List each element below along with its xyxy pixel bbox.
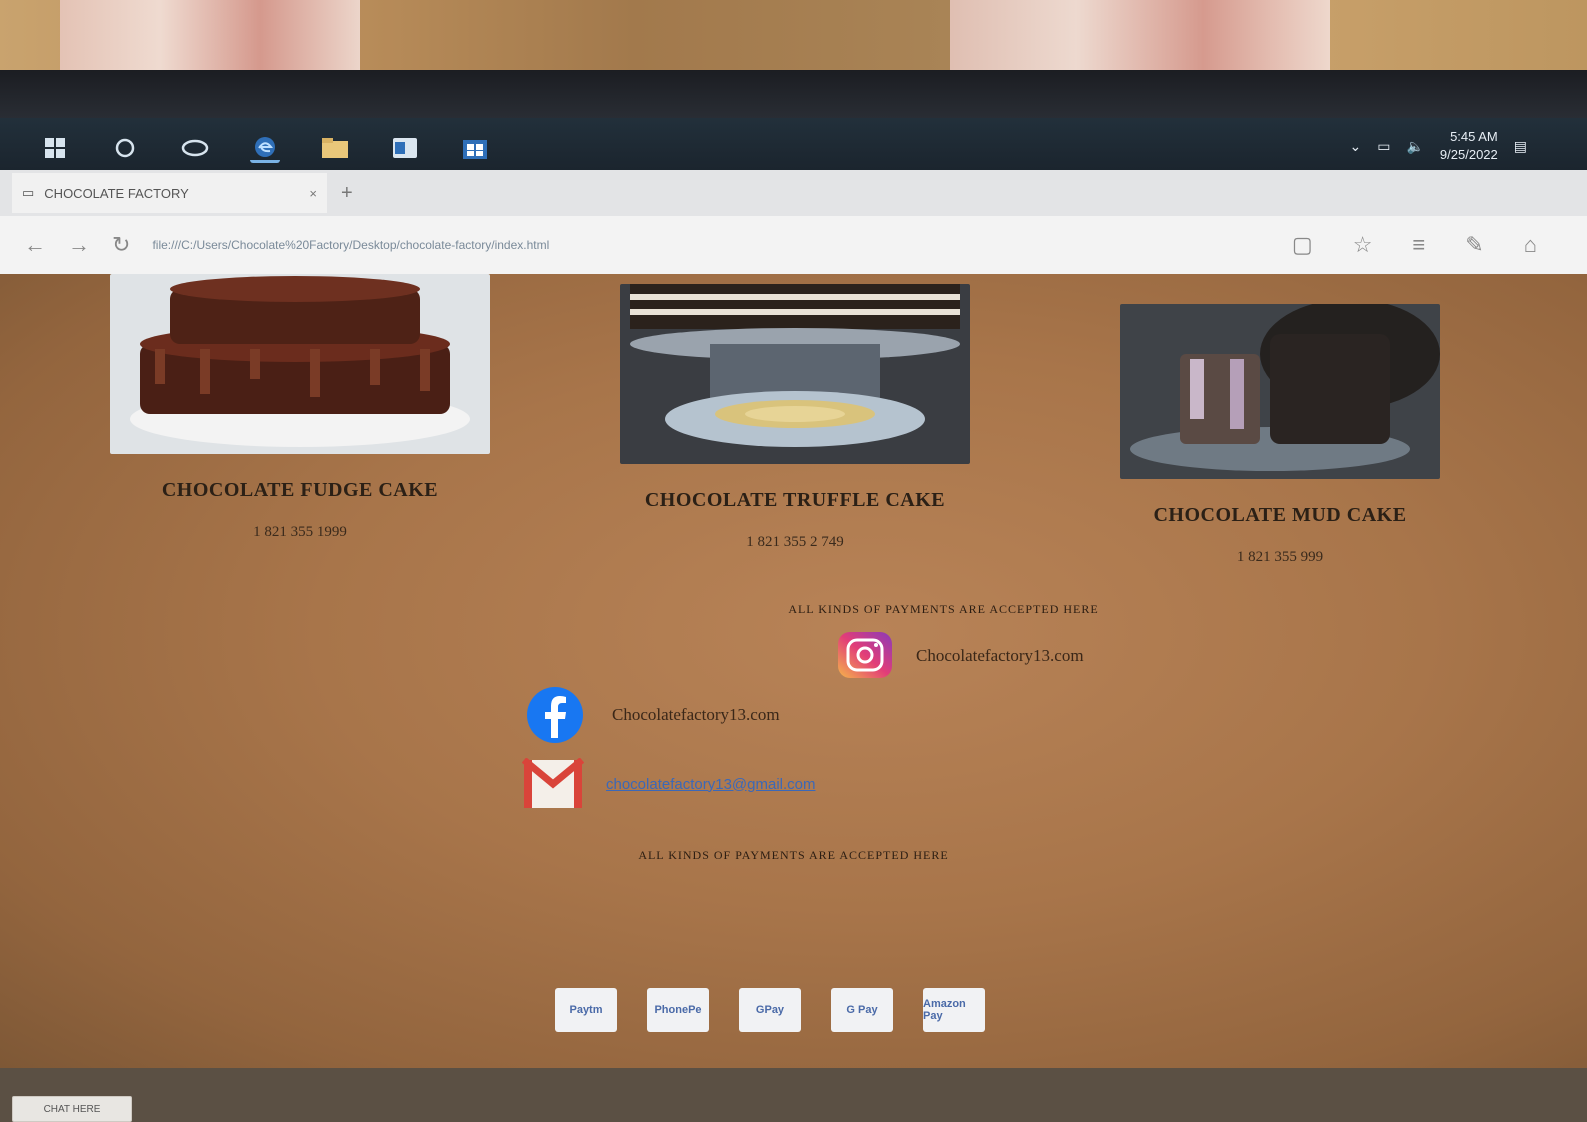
close-tab-icon[interactable]: × bbox=[309, 186, 317, 201]
chevron-up-icon[interactable]: ⌄ bbox=[1350, 138, 1362, 155]
payment-icon: Amazon Pay bbox=[923, 988, 985, 1032]
instagram-handle[interactable]: Chocolatefactory13.com bbox=[916, 646, 1084, 666]
browser-tab[interactable]: ▭ CHOCOLATE FACTORY × bbox=[12, 173, 327, 213]
facebook-handle[interactable]: Chocolatefactory13.com bbox=[612, 705, 780, 725]
payment-notice-bottom: ALL KINDS OF PAYMENTS ARE ACCEPTED HERE bbox=[638, 848, 949, 862]
browser-window: ▭ CHOCOLATE FACTORY × + ← → ↻ file:///C:… bbox=[0, 170, 1587, 1122]
taskbar: ⌄ ▭ 🔈 5:45 AM 9/25/2022 ▤ bbox=[0, 118, 1587, 178]
facebook-icon[interactable] bbox=[520, 686, 590, 744]
mud-cake-image bbox=[1120, 299, 1440, 479]
payment-notice-top: ALL KINDS OF PAYMENTS ARE ACCEPTED HERE bbox=[788, 602, 1099, 616]
instagram-icon[interactable] bbox=[836, 632, 894, 680]
clock[interactable]: 5:45 AM 9/25/2022 bbox=[1440, 128, 1498, 164]
cake-name: CHOCOLATE MUD CAKE bbox=[1153, 504, 1407, 526]
fudge-cake-image bbox=[110, 274, 490, 454]
edge-browser-icon[interactable] bbox=[250, 134, 280, 163]
payment-icon: GPay bbox=[739, 988, 801, 1032]
file-explorer-icon[interactable] bbox=[320, 135, 350, 161]
payment-icon: Paytm bbox=[555, 988, 617, 1032]
notes-icon[interactable]: ✎ bbox=[1465, 232, 1483, 258]
gmail-icon[interactable] bbox=[522, 758, 584, 810]
web-page: CHOCOLATE FUDGE CAKE 1 821 355 1999 CHOC… bbox=[0, 274, 1587, 1122]
facebook-row: Chocolatefactory13.com bbox=[520, 686, 780, 744]
clock-date: 9/25/2022 bbox=[1439, 147, 1498, 162]
cake-card: CHOCOLATE TRUFFLE CAKE 1 821 355 2 749 bbox=[620, 284, 970, 551]
favorite-star-icon[interactable]: ☆ bbox=[1353, 232, 1373, 258]
windows-start-icon[interactable] bbox=[40, 135, 70, 161]
cake-phone: 1 821 355 1999 bbox=[253, 524, 347, 540]
cake-gallery: CHOCOLATE FUDGE CAKE 1 821 355 1999 CHOC… bbox=[110, 274, 1470, 594]
cake-phone: 1 821 355 2 749 bbox=[746, 534, 844, 550]
new-tab-icon[interactable]: + bbox=[341, 182, 353, 205]
instagram-row: Chocolatefactory13.com bbox=[836, 632, 1084, 680]
search-icon[interactable] bbox=[110, 135, 140, 161]
refresh-icon[interactable]: ↻ bbox=[112, 232, 130, 258]
task-view-icon[interactable] bbox=[180, 135, 210, 161]
network-icon[interactable]: ▭ bbox=[1377, 138, 1390, 155]
email-row: chocolatefactory13@gmail.com bbox=[522, 758, 816, 810]
hub-icon[interactable]: ≡ bbox=[1412, 232, 1425, 258]
cake-name: CHOCOLATE FUDGE CAKE bbox=[161, 479, 439, 501]
system-tray: ⌄ ▭ 🔈 5:45 AM 9/25/2022 ▤ bbox=[1350, 128, 1527, 164]
forward-icon[interactable]: → bbox=[68, 232, 90, 258]
store-icon[interactable] bbox=[460, 135, 490, 161]
chat-button[interactable]: CHAT HERE bbox=[12, 1096, 132, 1122]
back-icon[interactable]: ← bbox=[24, 232, 46, 258]
volume-icon[interactable]: 🔈 bbox=[1406, 138, 1423, 155]
cake-name: CHOCOLATE TRUFFLE CAKE bbox=[644, 489, 946, 511]
clock-time: 5:45 AM bbox=[1450, 129, 1498, 144]
truffle-cake-image bbox=[620, 284, 970, 464]
tab-bar: ▭ CHOCOLATE FACTORY × + bbox=[0, 170, 1587, 216]
payment-icon: PhonePe bbox=[647, 988, 709, 1032]
address-bar-row: ← → ↻ file:///C:/Users/Chocolate%20Facto… bbox=[0, 216, 1587, 274]
page-favicon-icon: ▭ bbox=[22, 185, 35, 200]
cake-card: CHOCOLATE MUD CAKE 1 821 355 999 bbox=[1120, 299, 1440, 566]
share-icon[interactable]: ⌂ bbox=[1524, 232, 1537, 258]
reading-view-icon[interactable]: ▢ bbox=[1292, 232, 1313, 258]
cake-phone: 1 821 355 999 bbox=[1236, 549, 1324, 565]
cake-card: CHOCOLATE FUDGE CAKE 1 821 355 1999 bbox=[110, 274, 490, 541]
url-field[interactable]: file:///C:/Users/Chocolate%20Factory/Des… bbox=[152, 238, 1269, 252]
email-link[interactable]: chocolatefactory13@gmail.com bbox=[606, 776, 816, 793]
outlook-icon[interactable] bbox=[390, 135, 420, 161]
payment-methods: Paytm PhonePe GPay G Pay Amazon Pay bbox=[555, 988, 985, 1032]
payment-icon: G Pay bbox=[831, 988, 893, 1032]
browser-toolbar: ▢ ☆ ≡ ✎ ⌂ bbox=[1292, 232, 1587, 258]
tab-title: CHOCOLATE FACTORY bbox=[44, 185, 189, 201]
notifications-icon[interactable]: ▤ bbox=[1514, 138, 1527, 155]
